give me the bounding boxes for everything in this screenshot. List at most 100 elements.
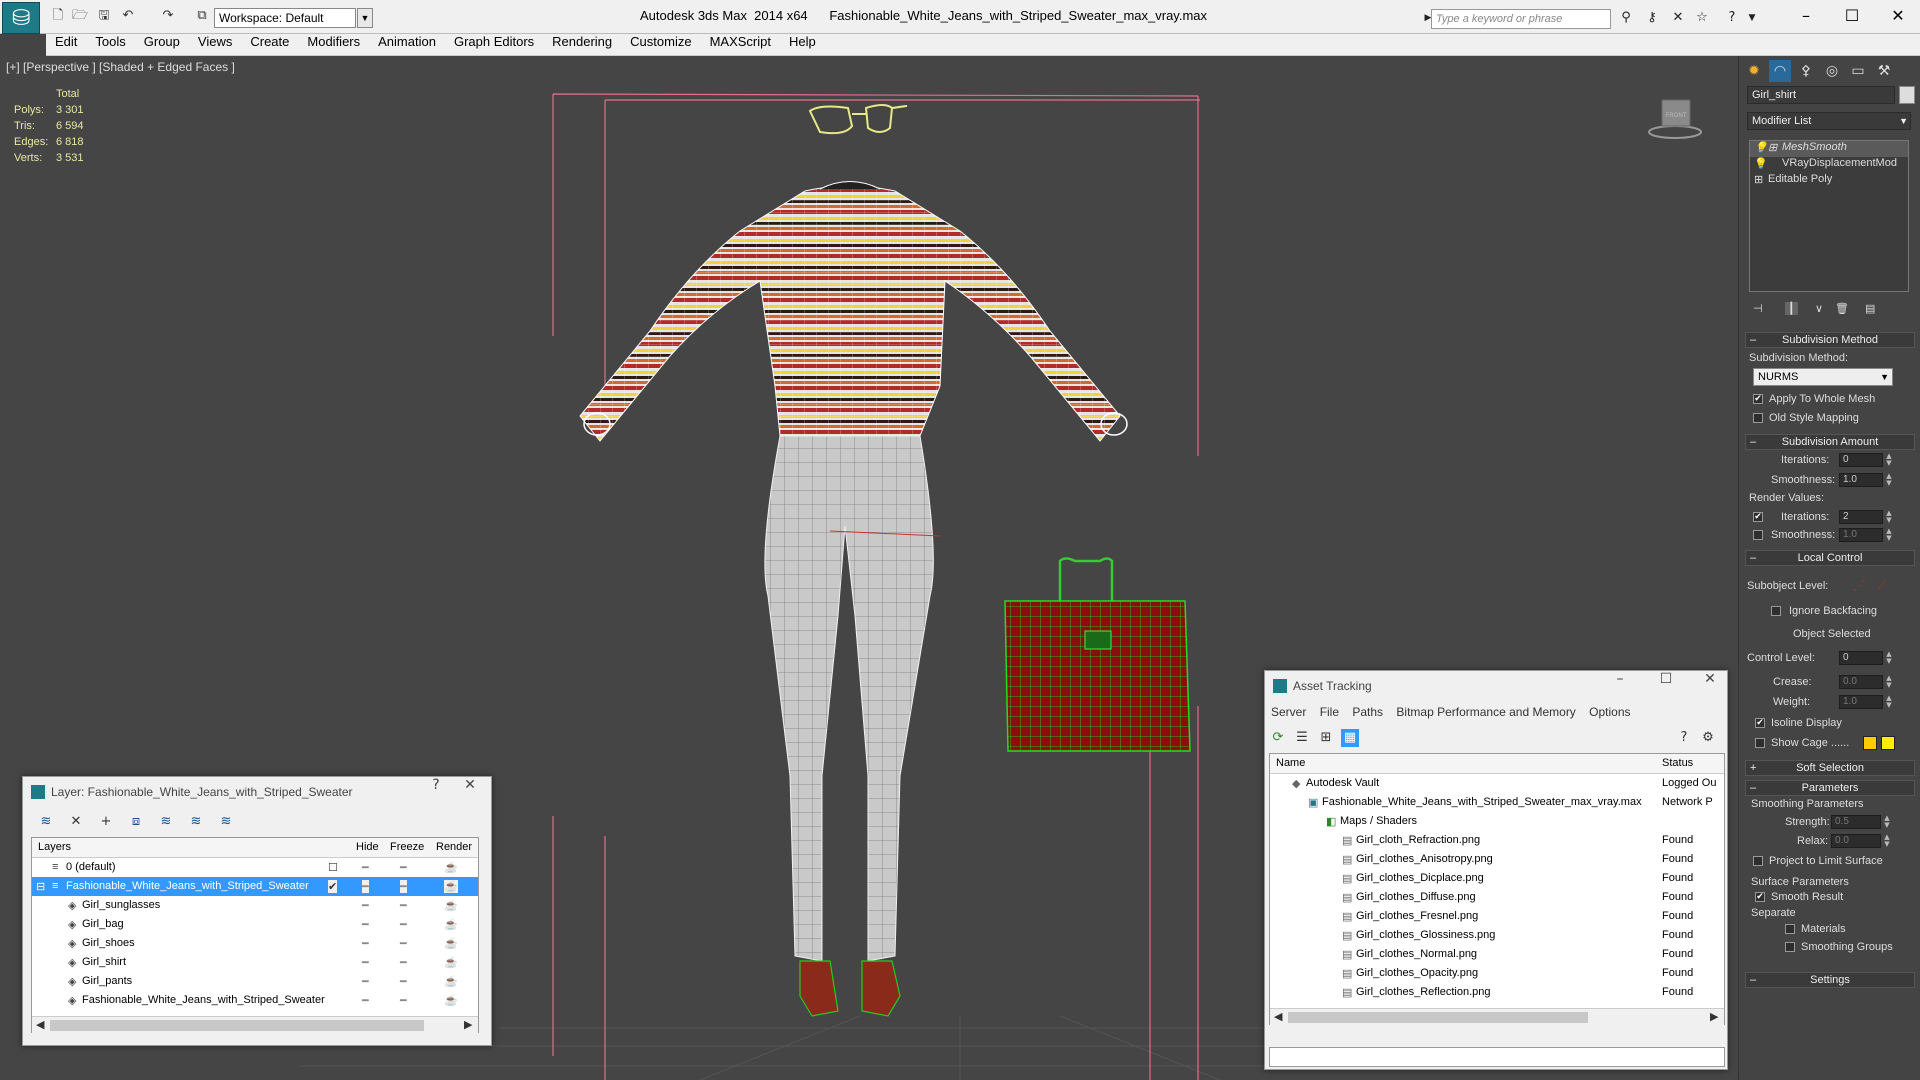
object-color-swatch[interactable] (1899, 86, 1915, 104)
vertex-subobject-icon[interactable]: ⋰ (1853, 578, 1866, 594)
layer-row[interactable]: ◈ Girl_sunglasses ━ ━ ☕ (32, 896, 478, 915)
menu-customize[interactable]: Customize (621, 34, 700, 49)
smoothing-groups-checkbox[interactable] (1785, 942, 1795, 952)
highlight-layer-icon[interactable]: ≋ (157, 813, 175, 831)
open-file-icon[interactable]: 🗁 (72, 8, 88, 24)
exchange-icon[interactable]: ✕ (1670, 10, 1686, 26)
column-freeze[interactable]: Freeze (390, 841, 424, 853)
show-end-result-icon[interactable]: ┃ (1785, 302, 1798, 315)
stack-item-vraydisplacement[interactable]: 💡 VRayDisplacementMod (1750, 157, 1908, 173)
layer-row[interactable]: ◈ Girl_bag ━ ━ ☕ (32, 915, 478, 934)
binoculars-icon[interactable]: ⚲ (1618, 10, 1634, 26)
favorites-star-icon[interactable]: ☆ (1694, 10, 1710, 26)
asset-menu-server[interactable]: Server (1271, 705, 1306, 719)
add-to-layer-icon[interactable]: + (97, 813, 115, 831)
menu-tools[interactable]: Tools (86, 34, 134, 49)
asset-row[interactable]: ▤ Girl_clothes_Diffuse.png Found (1270, 888, 1724, 907)
old-style-mapping-checkbox[interactable] (1753, 413, 1763, 423)
close-button[interactable]: ✕ (1693, 671, 1727, 701)
redo-icon[interactable]: ↷ (160, 8, 176, 24)
menu-help[interactable]: Help (780, 34, 825, 49)
weight-spinner[interactable]: 1.0 (1839, 695, 1883, 709)
tree-view-icon[interactable]: ⊞ (1317, 729, 1335, 747)
layer-row[interactable]: ◈ Girl_shirt ━ ━ ☕ (32, 953, 478, 972)
asset-menu-bitmap[interactable]: Bitmap Performance and Memory (1396, 705, 1575, 719)
rollout-soft-selection[interactable]: + Soft Selection (1745, 760, 1915, 776)
rollout-subdivision-amount[interactable]: – Subdivision Amount (1745, 434, 1915, 450)
close-button[interactable]: ✕ (453, 777, 487, 807)
lightbulb-icon[interactable]: 💡 (1754, 141, 1768, 154)
refresh-icon[interactable]: ⟳ (1269, 729, 1287, 747)
scroll-left-icon[interactable]: ◀ (1274, 1010, 1282, 1023)
scroll-right-icon[interactable]: ▶ (1710, 1010, 1718, 1023)
asset-row[interactable]: ◧ Maps / Shaders (1270, 812, 1724, 831)
modify-tab-icon[interactable]: ◠ (1769, 60, 1791, 82)
show-cage-checkbox[interactable] (1755, 738, 1765, 748)
workspace-select[interactable]: Workspace: Default ▼ (214, 8, 373, 28)
spinner-arrows-icon[interactable]: ▲ ▼ (1885, 473, 1893, 487)
asset-row[interactable]: ▤ Girl_clothes_Dicplace.png Found (1270, 869, 1724, 888)
undo-icon[interactable]: ↶ (120, 8, 136, 24)
isoline-display-checkbox[interactable]: ✔ (1755, 718, 1765, 728)
motion-tab-icon[interactable]: ◎ (1821, 60, 1843, 82)
layer-row[interactable]: ◈ Girl_pants ━ ━ ☕ (32, 972, 478, 991)
minimize-button[interactable]: – (1603, 671, 1637, 701)
make-unique-icon[interactable]: ∨ (1815, 302, 1823, 315)
rollout-local-control[interactable]: – Local Control (1745, 550, 1915, 566)
ignore-backfacing-checkbox[interactable] (1771, 606, 1781, 616)
help-dropdown-icon[interactable]: ▼ (1744, 10, 1760, 26)
create-tab-icon[interactable]: ✹ (1743, 60, 1765, 82)
save-file-icon[interactable]: 🖫 (96, 8, 112, 24)
stack-item-editable-poly[interactable]: ⊞ Editable Poly (1750, 173, 1908, 189)
render-iterations-spinner[interactable]: 2 (1839, 510, 1883, 524)
layer-row-selected[interactable]: ⊟ ≡ Fashionable_White_Jeans_with_Striped_S… (32, 877, 478, 896)
freeze-all-icon[interactable]: ≋ (217, 813, 235, 831)
search-input[interactable]: Type a keyword or phrase (1431, 9, 1611, 29)
help-icon[interactable]: ? (1675, 729, 1693, 747)
strength-spinner[interactable]: 0.5 (1831, 815, 1881, 829)
menu-rendering[interactable]: Rendering (543, 34, 621, 49)
column-layers[interactable]: Layers (38, 841, 71, 853)
maximize-button[interactable]: ☐ (1649, 671, 1683, 701)
project-limit-checkbox[interactable] (1753, 856, 1763, 866)
table-view-icon[interactable]: ▦ (1341, 729, 1359, 747)
key-icon[interactable]: ⚷ (1644, 10, 1660, 26)
menu-views[interactable]: Views (189, 34, 241, 49)
minimize-button[interactable]: – (1788, 4, 1824, 28)
scroll-thumb[interactable] (50, 1020, 424, 1031)
spinner-arrows-icon[interactable]: ▲ ▼ (1883, 834, 1891, 848)
menu-graph-editors[interactable]: Graph Editors (445, 34, 543, 49)
asset-menu-options[interactable]: Options (1589, 705, 1630, 719)
menu-create[interactable]: Create (241, 34, 298, 49)
chevron-down-icon[interactable]: ▼ (357, 8, 373, 28)
cage-color-swatch-2[interactable] (1881, 736, 1895, 750)
maximize-button[interactable]: ☐ (1834, 4, 1870, 28)
asset-row[interactable]: ▤ Girl_clothes_Normal.png Found (1270, 945, 1724, 964)
object-name-field[interactable]: Girl_shirt (1747, 86, 1895, 104)
column-hide[interactable]: Hide (356, 841, 379, 853)
select-objects-icon[interactable]: ⧈ (127, 813, 145, 831)
lightbulb-icon[interactable]: 💡 (1754, 157, 1768, 170)
help-icon[interactable]: ? (1724, 10, 1740, 26)
render-smoothness-checkbox[interactable] (1753, 530, 1763, 540)
menu-maxscript[interactable]: MAXScript (701, 34, 780, 49)
hierarchy-tab-icon[interactable]: ⚴ (1795, 60, 1817, 82)
asset-row[interactable]: ▤ Girl_clothes_Anisotropy.png Found (1270, 850, 1724, 869)
menu-edit[interactable]: Edit (46, 34, 86, 49)
remove-modifier-icon[interactable]: 🗑 (1835, 302, 1849, 315)
asset-row[interactable]: ▤ Girl_clothes_Glossiness.png Found (1270, 926, 1724, 945)
asset-row[interactable]: ▤ Girl_clothes_Reflection.png Found (1270, 983, 1724, 1002)
asset-row[interactable]: ◆ Autodesk Vault Logged Ou (1270, 774, 1724, 793)
new-file-icon[interactable]: 🗋 (50, 8, 66, 24)
asset-row[interactable]: ▤ Girl_clothes_Opacity.png Found (1270, 964, 1724, 983)
subdivision-method-select[interactable]: NURMS ▼ (1753, 368, 1893, 386)
list-view-icon[interactable]: ☰ (1293, 729, 1311, 747)
edge-subobject-icon[interactable]: ⟋ (1877, 578, 1886, 594)
spinner-arrows-icon[interactable]: ▲ ▼ (1885, 510, 1893, 524)
layer-row[interactable]: ◈ Girl_shoes ━ ━ ☕ (32, 934, 478, 953)
stack-item-meshsmooth[interactable]: 💡 ⊞ MeshSmooth (1750, 141, 1908, 157)
new-layer-icon[interactable]: ≋ (37, 813, 55, 831)
settings-icon[interactable]: ⚙ (1699, 729, 1717, 747)
menu-modifiers[interactable]: Modifiers (298, 34, 369, 49)
column-name[interactable]: Name (1276, 757, 1305, 769)
